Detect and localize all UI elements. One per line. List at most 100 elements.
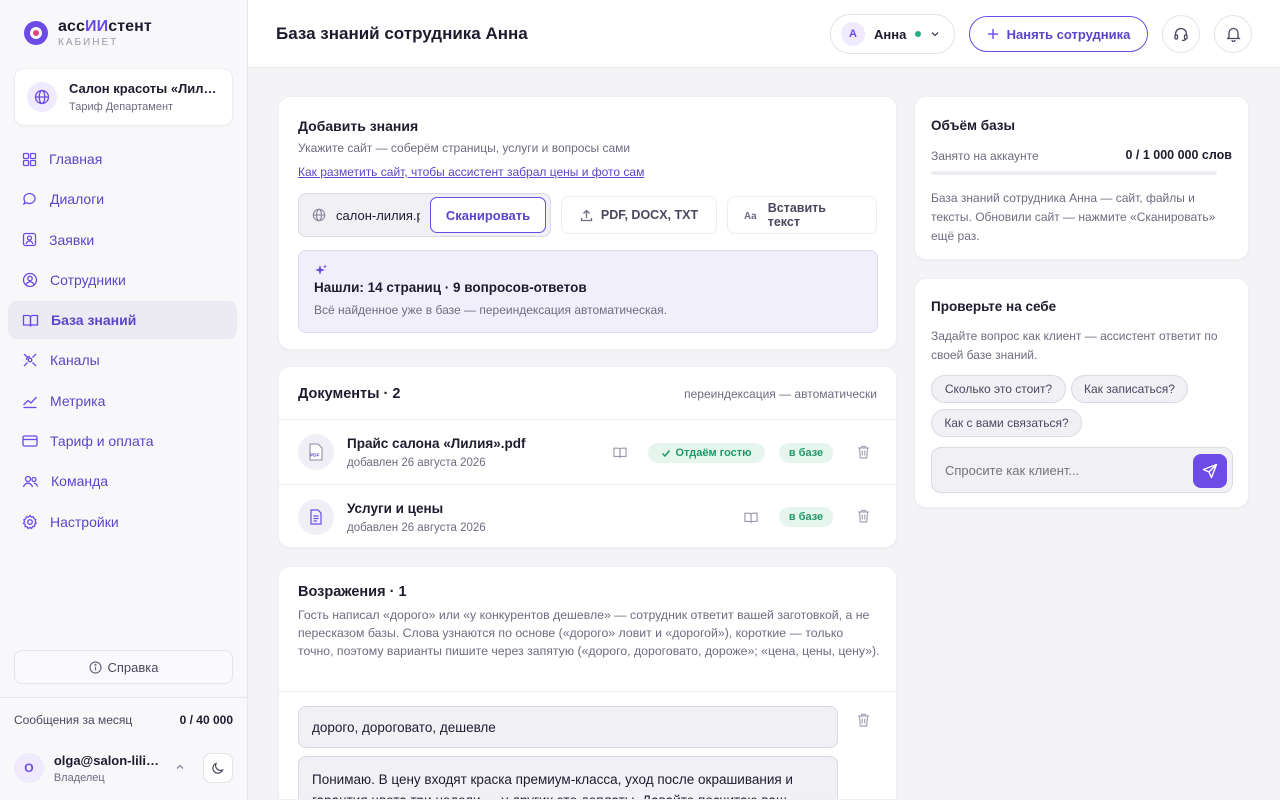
paste-label: Вставить текст <box>767 201 826 229</box>
nav-item-team[interactable]: Команда <box>8 462 237 500</box>
user-email[interactable]: olga@salon-liliya.ru <box>54 753 165 768</box>
quota-value: 0 / 40 000 <box>179 713 233 727</box>
objection-answer-input[interactable]: Понимаю. В цену входят краска премиум-кл… <box>298 756 838 799</box>
trend-icon <box>23 396 37 408</box>
support-button[interactable] <box>1162 15 1200 53</box>
ask-question-field <box>931 447 1233 493</box>
book-icon[interactable] <box>612 446 628 459</box>
team-icon <box>22 475 39 488</box>
help-label: Справка <box>107 659 159 675</box>
org-switcher[interactable]: Салон красоты «Лилия» Тариф Департамент <box>14 68 233 126</box>
globe-icon <box>27 82 57 112</box>
help-button[interactable]: Справка <box>14 650 233 684</box>
satellite-icon <box>23 354 37 367</box>
site-markup-help-link[interactable]: Как разметить сайт, чтобы ассистент забр… <box>298 165 644 179</box>
notifications-button[interactable] <box>1214 15 1252 53</box>
volume-title: Объём базы <box>931 118 1015 133</box>
message-quota: Сообщения за месяц 0 / 40 000 <box>14 713 233 727</box>
upload-file-button[interactable]: PDF, DOCX, TXT <box>561 196 717 234</box>
document-name: Прайс салона «Лилия».pdf <box>347 436 526 451</box>
book-icon[interactable] <box>743 511 759 524</box>
send-button[interactable] <box>1193 454 1227 488</box>
chat-icon <box>22 193 36 206</box>
user-avatar[interactable]: O <box>14 753 44 783</box>
knowledge-sources: салон-лилия.рф Сканировать PDF, DOCX, TX… <box>298 193 877 237</box>
trash-icon[interactable] <box>857 713 870 727</box>
employee-switcher[interactable]: А Анна <box>830 14 955 54</box>
nav-item-requests[interactable]: Заявки <box>8 221 237 259</box>
headset-icon <box>1174 27 1188 42</box>
text-file-icon <box>298 499 334 535</box>
user-circle-icon <box>22 272 38 288</box>
moon-icon <box>212 762 224 774</box>
trash-icon[interactable] <box>857 509 870 523</box>
nav-item-billing[interactable]: Тариф и оплата <box>8 422 237 460</box>
brand-subtitle: КАБИНЕТ <box>58 37 119 48</box>
site-url-value[interactable]: салон-лилия.рф <box>336 208 420 223</box>
hire-employee-button[interactable]: Нанять сотрудника <box>969 16 1148 52</box>
scan-button[interactable]: Сканировать <box>430 197 546 233</box>
document-row[interactable]: Услуги и цены добавлен 26 августа 2026 в… <box>279 484 898 548</box>
trash-icon[interactable] <box>857 445 870 459</box>
add-knowledge-card: Добавить знания Укажите сайт — соберём с… <box>278 96 897 350</box>
grid-icon <box>22 152 37 166</box>
nav-label: Настройки <box>50 513 119 530</box>
objections-title: Возражения · 1 <box>298 584 407 600</box>
upload-icon <box>580 209 593 221</box>
scan-result-box: Нашли: 14 страниц · 9 вопросов-ответов В… <box>298 250 878 333</box>
theme-toggle-button[interactable] <box>203 753 233 783</box>
volume-progress-bar <box>931 171 1217 175</box>
plus-icon <box>987 29 998 39</box>
send-icon <box>1202 463 1218 479</box>
reindex-note: переиндексация — автоматически <box>684 387 877 401</box>
nav-label: Каналы <box>50 352 100 369</box>
objection-triggers-input[interactable]: дорого, дороговато, дешевле <box>298 706 838 748</box>
status-badge: в базе <box>779 443 833 463</box>
sparkle-icon <box>315 264 327 275</box>
nav-item-settings[interactable]: Настройки <box>8 503 237 541</box>
scan-result-title: Нашли: 14 страниц · 9 вопросов-ответов <box>314 280 587 295</box>
svg-text:Aa: Aa <box>744 211 757 221</box>
paste-text-button[interactable]: Aa Вставить текст <box>727 196 877 234</box>
document-name: Услуги и цены <box>347 501 444 516</box>
suggested-question-chip[interactable]: Как с вами связаться? <box>931 409 1082 437</box>
nav-item-employees[interactable]: Сотрудники <box>8 261 237 299</box>
brand-logo[interactable]: ассИИстент КАБИНЕТ <box>24 18 152 48</box>
top-header: База знаний сотрудника Анна А Анна Нанят… <box>248 0 1280 68</box>
pdf-file-icon: PDF <box>298 434 334 470</box>
employee-avatar: А <box>841 22 865 46</box>
section-divider <box>279 691 896 692</box>
upload-label: PDF, DOCX, TXT <box>600 208 699 222</box>
guest-share-badge[interactable]: Отдаём гостю <box>648 443 765 463</box>
suggested-question-chip[interactable]: Сколько это стоит? <box>931 375 1066 403</box>
nav-label: Команда <box>51 473 109 490</box>
quota-label: Сообщения за месяц <box>14 713 133 727</box>
site-url-field[interactable]: салон-лилия.рф Сканировать <box>298 193 551 237</box>
online-status-dot <box>915 31 922 37</box>
chevron-up-icon[interactable] <box>175 762 185 775</box>
volume-used-value: 0 / 1 000 000 слов <box>1125 148 1232 162</box>
document-date: добавлен 26 августа 2026 <box>347 522 486 534</box>
sidebar: ассИИстент КАБИНЕТ Салон красоты «Лилия»… <box>0 0 248 800</box>
chevron-down-icon <box>931 32 939 37</box>
org-plan: Тариф Департамент <box>69 101 174 113</box>
suggested-question-chip[interactable]: Как записаться? <box>1071 375 1188 403</box>
document-row[interactable]: PDF Прайс салона «Лилия».pdf добавлен 26… <box>279 419 898 483</box>
hire-label: Нанять сотрудника <box>1006 26 1131 42</box>
check-icon <box>662 450 671 458</box>
test-assistant-card: Проверьте на себе Задайте вопрос как кли… <box>914 278 1249 508</box>
nav-item-dialogs[interactable]: Диалоги <box>8 180 237 218</box>
nav-label: Главная <box>49 151 103 167</box>
nav-label: База знаний <box>51 312 137 329</box>
nav-item-metrics[interactable]: Метрика <box>8 382 237 420</box>
nav-item-channels[interactable]: Каналы <box>8 341 237 379</box>
objections-card: Возражения · 1 Гость написал «дорого» ил… <box>278 566 897 800</box>
ask-question-input[interactable] <box>945 448 1185 492</box>
nav-item-home[interactable]: Главная <box>8 140 237 178</box>
volume-note: База знаний сотрудника Анна — сайт, файл… <box>931 191 1216 243</box>
inbox-icon <box>22 232 37 247</box>
bell-icon <box>1225 27 1241 42</box>
document-date: добавлен 26 августа 2026 <box>347 457 486 469</box>
nav-item-knowledge-base[interactable]: База знаний <box>8 301 237 340</box>
svg-text:PDF: PDF <box>310 453 319 458</box>
